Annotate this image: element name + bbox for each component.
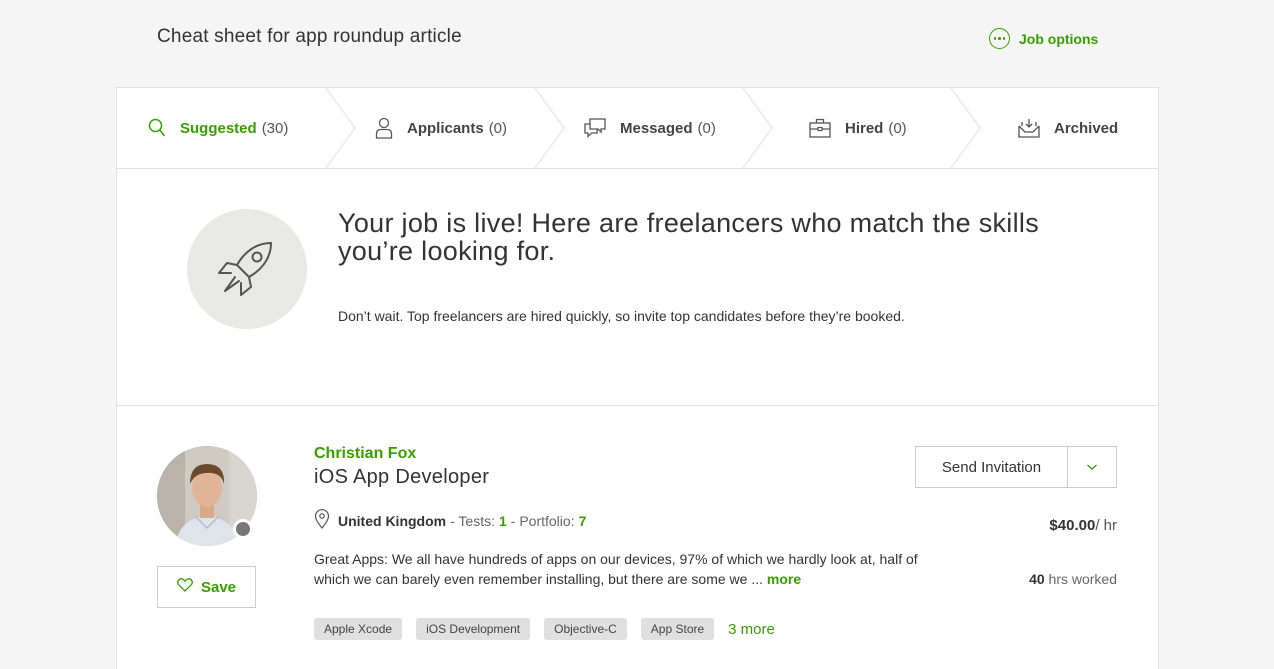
location-pin-icon bbox=[314, 509, 330, 532]
freelancer-card: Save Christian Fox iOS App Developer Uni… bbox=[117, 406, 1158, 669]
chevron-down-icon bbox=[1086, 458, 1098, 476]
job-options-button[interactable]: Job options bbox=[989, 28, 1098, 49]
tab-archived[interactable]: Archived bbox=[1018, 88, 1123, 168]
save-button[interactable]: Save bbox=[157, 566, 256, 608]
tab-applicants-label: Applicants bbox=[407, 119, 484, 137]
hourly-rate: $40.00/ hr bbox=[1049, 517, 1117, 534]
briefcase-icon bbox=[809, 118, 831, 138]
skill-tag[interactable]: Apple Xcode bbox=[314, 618, 403, 640]
tests-label: - Tests: bbox=[450, 512, 495, 529]
job-live-banner: Your job is live! Here are freelancers w… bbox=[117, 169, 1158, 406]
send-invitation-button[interactable]: Send Invitation bbox=[916, 447, 1068, 487]
tab-messaged-label: Messaged bbox=[620, 119, 693, 137]
skills-more-link[interactable]: 3 more bbox=[728, 621, 775, 638]
page-title: Cheat sheet for app roundup article bbox=[157, 26, 462, 47]
portfolio-label: - Portfolio: bbox=[510, 512, 575, 529]
hours-label: hrs worked bbox=[1048, 571, 1117, 587]
tab-separator bbox=[325, 88, 356, 168]
heart-icon bbox=[177, 578, 193, 596]
description-text: Great Apps: We all have hundreds of apps… bbox=[314, 551, 918, 587]
tab-hired-count: (0) bbox=[888, 119, 907, 137]
tab-applicants[interactable]: Applicants (0) bbox=[375, 88, 507, 168]
search-icon bbox=[148, 118, 166, 138]
rocket-illustration bbox=[187, 209, 307, 329]
portfolio-value[interactable]: 7 bbox=[579, 513, 587, 529]
freelancer-name[interactable]: Christian Fox bbox=[314, 445, 416, 463]
rate-unit: / hr bbox=[1095, 517, 1117, 534]
freelancer-title: iOS App Developer bbox=[314, 466, 490, 488]
skill-tag[interactable]: iOS Development bbox=[416, 618, 531, 640]
tab-suggested-count: (30) bbox=[261, 119, 289, 137]
invite-dropdown-button[interactable] bbox=[1068, 447, 1116, 487]
tests-value[interactable]: 1 bbox=[499, 513, 507, 529]
hours-value: 40 bbox=[1029, 571, 1045, 587]
rocket-icon bbox=[218, 242, 272, 296]
freelancer-description: Great Apps: We all have hundreds of apps… bbox=[314, 549, 924, 589]
rate-value: $40.00 bbox=[1049, 517, 1096, 534]
invite-button-group: Send Invitation bbox=[915, 446, 1117, 488]
freelancer-meta: United Kingdom - Tests: 1 - Portfolio: 7 bbox=[314, 509, 590, 532]
tab-hired-label: Hired bbox=[845, 119, 884, 137]
tab-separator bbox=[534, 88, 565, 168]
tab-messaged-count: (0) bbox=[697, 119, 716, 137]
status-indicator bbox=[233, 519, 253, 539]
tab-suggested-label: Suggested bbox=[180, 119, 257, 137]
tab-suggested[interactable]: Suggested (30) bbox=[148, 88, 288, 168]
description-more-link[interactable]: more bbox=[767, 571, 801, 587]
job-card: Suggested (30) Applicants (0) Messaged (… bbox=[116, 87, 1159, 669]
archive-icon bbox=[1018, 118, 1040, 138]
more-options-icon bbox=[989, 28, 1010, 49]
tab-separator bbox=[950, 88, 981, 168]
tab-separator bbox=[742, 88, 773, 168]
user-icon bbox=[375, 117, 393, 139]
save-label: Save bbox=[200, 578, 237, 596]
skill-tag[interactable]: App Store bbox=[640, 618, 715, 640]
tab-bar: Suggested (30) Applicants (0) Messaged (… bbox=[117, 88, 1158, 169]
tab-archived-label: Archived bbox=[1054, 119, 1119, 137]
tab-applicants-count: (0) bbox=[488, 119, 508, 137]
hero-headline: Your job is live! Here are freelancers w… bbox=[338, 208, 1040, 266]
chat-icon bbox=[584, 118, 606, 138]
tab-hired[interactable]: Hired (0) bbox=[809, 88, 907, 168]
skills-list: Apple Xcode iOS Development Objective-C … bbox=[314, 618, 775, 640]
tab-messaged[interactable]: Messaged (0) bbox=[584, 88, 716, 168]
hours-worked: 40 hrs worked bbox=[1029, 571, 1117, 587]
hero-subtext: Don’t wait. Top freelancers are hired qu… bbox=[338, 308, 905, 324]
freelancer-country: United Kingdom bbox=[338, 512, 447, 529]
job-options-label: Job options bbox=[1019, 30, 1099, 47]
skill-tag[interactable]: Objective-C bbox=[544, 618, 627, 640]
